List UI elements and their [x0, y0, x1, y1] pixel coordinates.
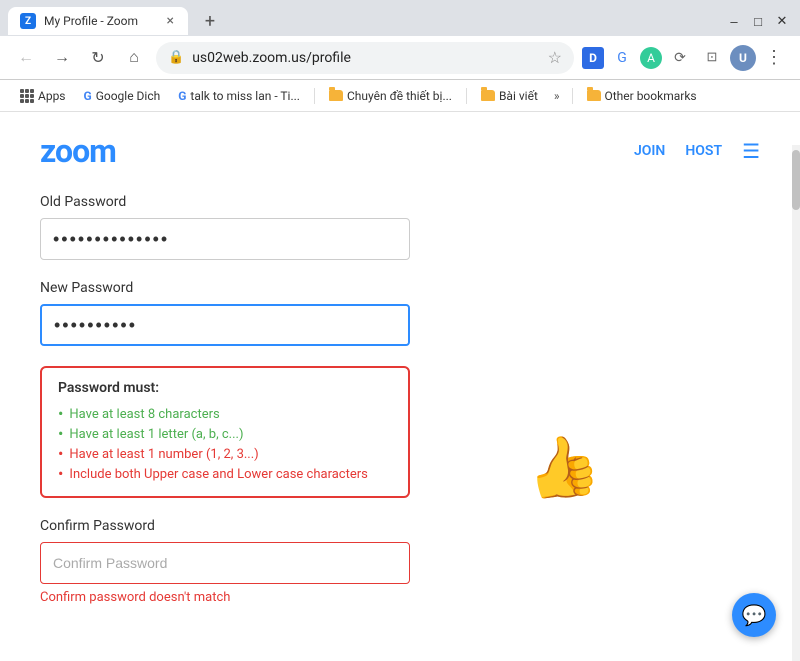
back-button[interactable]: ← [12, 44, 40, 72]
cast-icon[interactable]: ⊡ [698, 44, 726, 72]
chat-icon: 💬 [742, 603, 767, 627]
profile-avatar[interactable]: U [730, 45, 756, 71]
old-password-input[interactable] [40, 218, 410, 260]
zoom-join-link[interactable]: JOIN [634, 143, 665, 159]
confirm-password-group: Confirm Password Confirm password doesn'… [40, 518, 760, 605]
old-password-group: Old Password [40, 194, 760, 260]
req-item-8chars: Have at least 8 characters [58, 404, 392, 424]
bookmark-separator2 [466, 88, 467, 104]
toolbar-icons: D G A ⟳ ⊡ U ⋮ [582, 44, 788, 72]
translate-icon[interactable]: G [608, 44, 636, 72]
reload-button[interactable]: ↻ [84, 44, 112, 72]
close-window-button[interactable]: ✕ [772, 11, 792, 31]
forward-button[interactable]: → [48, 44, 76, 72]
new-password-label: New Password [40, 280, 760, 296]
active-tab[interactable]: Z My Profile - Zoom × [8, 7, 188, 35]
menu-icon[interactable]: ⋮ [760, 44, 788, 72]
password-requirements-box: Password must: Have at least 8 character… [40, 366, 410, 498]
confirm-password-label: Confirm Password [40, 518, 760, 534]
requirements-title: Password must: [58, 380, 392, 396]
bookmark-chuyen-label: Chuyên đề thiết bị... [347, 89, 452, 103]
title-bar: Z My Profile - Zoom × + – □ ✕ [0, 0, 800, 36]
confirm-password-input[interactable] [40, 542, 410, 584]
google-icon: G [178, 89, 186, 103]
more-bookmarks-btn[interactable]: » [548, 86, 566, 106]
bookmark-talk[interactable]: G talk to miss lan - Ti... [170, 86, 308, 106]
url-text: us02web.zoom.us/profile [192, 50, 539, 66]
bookmark-google-dich-label: Google Dich [96, 89, 161, 103]
zoom-header: zoom JOIN HOST ☰ [40, 132, 760, 170]
req-item-case: Include both Upper case and Lower case c… [58, 464, 392, 484]
window-controls: – □ ✕ [724, 11, 792, 31]
minimize-button[interactable]: – [724, 11, 744, 31]
zoom-host-link[interactable]: HOST [685, 143, 722, 159]
sync-icon[interactable]: ⟳ [666, 44, 694, 72]
extensions-icon[interactable]: D [582, 47, 604, 69]
google-dich-icon: G [84, 89, 92, 103]
scrollbar-thumb[interactable] [792, 150, 800, 210]
address-bar: ← → ↻ ⌂ 🔒 us02web.zoom.us/profile ☆ D G … [0, 36, 800, 80]
bookmark-bai-viet-label: Bài viết [499, 89, 538, 103]
req-item-letter: Have at least 1 letter (a, b, c...) [58, 424, 392, 444]
zoom-nav: JOIN HOST ☰ [634, 139, 760, 163]
new-password-group: New Password [40, 280, 760, 346]
tab-close-btn[interactable]: × [165, 11, 176, 31]
apps-grid-icon [20, 89, 34, 103]
url-bar[interactable]: 🔒 us02web.zoom.us/profile ☆ [156, 42, 574, 74]
other-folder-icon [587, 90, 601, 101]
tab-title: My Profile - Zoom [44, 14, 157, 28]
home-button[interactable]: ⌂ [120, 44, 148, 72]
bookmarks-bar: Apps G Google Dich G talk to miss lan - … [0, 80, 800, 112]
bookmark-talk-label: talk to miss lan - Ti... [190, 89, 300, 103]
bookmark-separator3 [572, 88, 573, 104]
requirements-list: Have at least 8 characters Have at least… [58, 404, 392, 484]
lock-icon: 🔒 [168, 50, 184, 65]
account-icon[interactable]: A [640, 47, 662, 69]
bookmark-star-icon[interactable]: ☆ [548, 48, 562, 67]
new-tab-button[interactable]: + [196, 7, 224, 35]
tab-favicon: Z [20, 13, 36, 29]
bookmark-bai-viet[interactable]: Bài viết [473, 86, 546, 106]
old-password-label: Old Password [40, 194, 760, 210]
new-password-input[interactable] [40, 304, 410, 346]
bookmark-other[interactable]: Other bookmarks [579, 86, 705, 106]
bookmark-apps-label: Apps [38, 89, 66, 103]
folder-icon2 [481, 90, 495, 101]
zoom-logo: zoom [40, 132, 116, 170]
thumbs-up-emoji: 👍 [520, 426, 606, 509]
folder-icon [329, 90, 343, 101]
req-item-number: Have at least 1 number (1, 2, 3...) [58, 444, 392, 464]
bookmark-other-label: Other bookmarks [605, 89, 697, 103]
maximize-button[interactable]: □ [748, 11, 768, 31]
zoom-hamburger-icon[interactable]: ☰ [742, 139, 760, 163]
bookmark-apps[interactable]: Apps [12, 86, 74, 106]
bookmark-google-dich[interactable]: G Google Dich [76, 86, 169, 106]
chat-button[interactable]: 💬 [732, 593, 776, 637]
bookmark-chuyen[interactable]: Chuyên đề thiết bị... [321, 86, 460, 106]
bookmark-separator [314, 88, 315, 104]
scrollbar[interactable] [792, 145, 800, 661]
confirm-password-error: Confirm password doesn't match [40, 590, 760, 605]
page-content: zoom JOIN HOST ☰ Old Password New Passwo… [0, 112, 800, 628]
